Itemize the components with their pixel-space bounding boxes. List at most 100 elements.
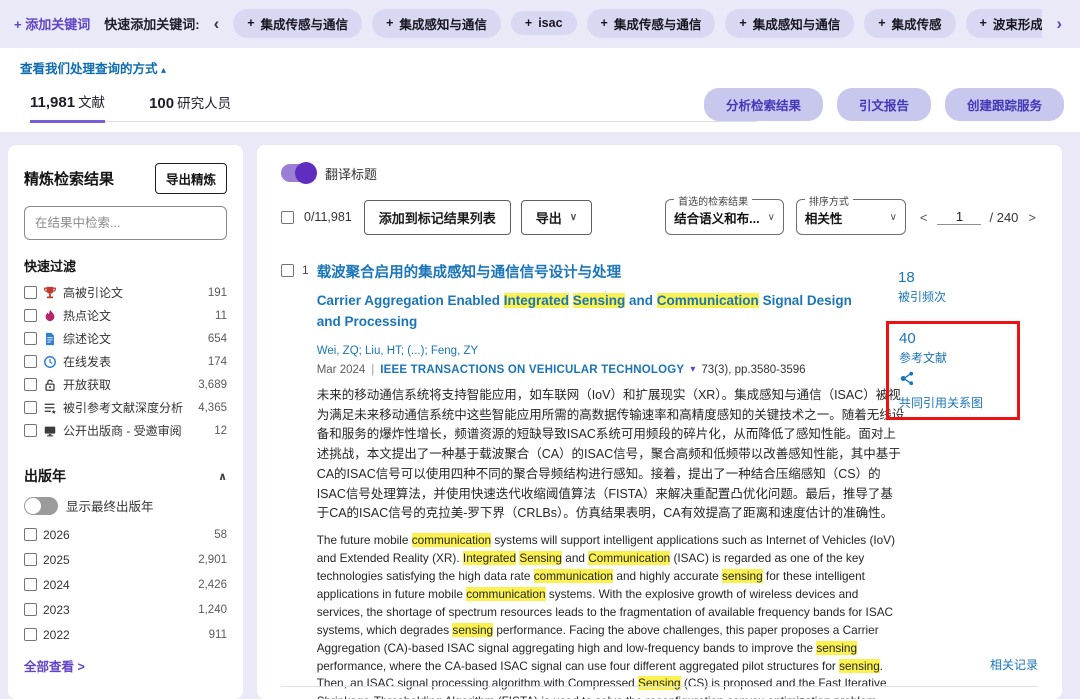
caret-down-icon: ∨ [890,212,897,223]
select-all-checkbox[interactable] [281,211,294,224]
preferred-results-select[interactable]: 首选的检索结果 结合语义和布... ∨ [665,199,784,235]
citation-count-label: 被引频次 [898,288,1038,305]
article-authors[interactable]: Wei, ZQ; Liu, HT; (...); Feng, ZY [317,345,905,357]
translate-title-row: 翻译标题 [281,161,1038,185]
quick-add-label: 快速添加关键词: [104,14,199,33]
keyword-chip[interactable]: +集成传感与通信 [587,9,716,38]
filter-hot-papers[interactable]: 热点论文 11 [24,306,227,325]
pagination: < / 240 > [918,209,1038,225]
checkbox[interactable] [24,286,37,299]
article-title-en[interactable]: Carrier Aggregation Enabled Integrated S… [317,291,877,333]
citation-report-button[interactable]: 引文报告 [837,88,931,121]
article-date: Mar 2024 [317,364,366,376]
see-all-link[interactable]: 全部查看 > [24,656,227,675]
abstract-en: The future mobile communication systems … [317,532,905,699]
plus-icon: + [601,16,608,30]
related-records-link[interactable]: 相关记录 [990,656,1038,673]
checkbox[interactable] [24,355,37,368]
refine-sidebar: 精炼检索结果 导出精炼 快速过滤 高被引论文 191 热点论文 11 综述论文 [8,145,243,699]
export-button[interactable]: 导出 ∨ [521,200,592,235]
checkbox[interactable] [24,628,37,641]
flame-icon [43,309,57,323]
checkbox[interactable] [24,309,37,322]
add-to-marked-button[interactable]: 添加到标记结果列表 [364,200,511,235]
citation-network-icon[interactable] [899,370,1009,392]
chip-label: 波束形成设计 [993,14,1042,33]
chip-label: isac [538,16,562,30]
checkbox[interactable] [24,528,37,541]
caret-down-icon[interactable]: ▾ [690,364,695,375]
keyword-chip[interactable]: + isac [511,11,577,35]
keyword-chip[interactable]: +集成传感 [864,9,955,38]
checkbox[interactable] [24,424,37,437]
reference-count-label: 参考文献 [899,349,1009,366]
tab-researchers[interactable]: 100 研究人员 [149,82,231,121]
add-keyword-link[interactable]: + 添加关键词 [14,14,90,33]
plus-icon: + [980,16,987,30]
checkbox[interactable] [24,553,37,566]
keyword-chip-list: +集成传感与通信 +集成感知与通信 +isac +集成传感与通信 +集成感知与通… [233,9,1042,38]
chip-label: 集成传感 [892,14,942,33]
final-pub-year-toggle[interactable] [24,497,58,515]
article-title-zh[interactable]: 载波聚合启用的集成感知与通信信号设计与处理 [317,261,905,282]
chevron-left-icon[interactable]: ‹ [210,15,224,32]
prev-page-icon[interactable]: < [918,210,930,225]
refine-title: 精炼检索结果 [24,168,114,189]
publisher-icon [43,424,57,438]
query-explain-link[interactable]: 查看我们处理查询的方式 ▴ [20,58,166,77]
checkbox[interactable] [24,603,37,616]
analyze-results-button[interactable]: 分析检索结果 [704,88,823,121]
plus-icon: + [247,16,254,30]
caret-down-icon: ∨ [768,212,775,223]
search-within-input[interactable] [24,206,227,240]
article-index: 1 [302,263,309,699]
journal-link[interactable]: IEEE TRANSACTIONS ON VEHICULAR TECHNOLOG… [380,364,684,376]
year-row[interactable]: 202658 [24,525,227,544]
checkbox[interactable] [24,578,37,591]
trophy-icon [43,286,57,300]
year-row[interactable]: 2022911 [24,625,227,644]
article-record: 1 载波聚合启用的集成感知与通信信号设计与处理 Carrier Aggregat… [281,261,1038,699]
filter-citation-depth[interactable]: 被引参考文献深度分析 4,365 [24,398,227,417]
reference-count[interactable]: 40 [899,330,1009,347]
chip-label: 集成感知与通信 [399,14,487,33]
filter-open-access[interactable]: 开放获取 3,689 [24,375,227,394]
keyword-chip[interactable]: +集成感知与通信 [725,9,854,38]
keyword-chip[interactable]: +集成感知与通信 [372,9,501,38]
filter-early-access[interactable]: 在线发表 174 [24,352,227,371]
checkbox[interactable] [24,401,37,414]
sort-select[interactable]: 排序方式 相关性 ∨ [796,199,906,235]
create-alert-button[interactable]: 创建跟踪服务 [945,88,1064,121]
results-header: 查看我们处理查询的方式 ▴ 11,981 文献 100 研究人员 分析检索结果 … [0,48,1080,132]
translate-title-toggle[interactable] [281,164,315,182]
header-actions: 分析检索结果 引文报告 创建跟踪服务 [704,88,1064,121]
chip-label: 集成传感与通信 [261,14,349,33]
export-refine-button[interactable]: 导出精炼 [155,163,227,194]
year-row[interactable]: 20242,426 [24,575,227,594]
keyword-bar: + 添加关键词 快速添加关键词: ‹ +集成传感与通信 +集成感知与通信 +is… [0,0,1080,46]
chevron-right-icon[interactable]: › [1052,15,1066,32]
keyword-chip[interactable]: + 集成传感与通信 [233,9,362,38]
filter-review-articles[interactable]: 综述论文 654 [24,329,227,348]
chip-label: 集成感知与通信 [753,14,841,33]
next-page-icon[interactable]: > [1026,210,1038,225]
collapse-icon[interactable]: ∧ [218,470,227,483]
cocitation-map-link[interactable]: 共同引用关系图 [899,394,1009,411]
plus-icon: + [525,16,532,30]
year-row[interactable]: 20231,240 [24,600,227,619]
filter-highly-cited[interactable]: 高被引论文 191 [24,283,227,302]
year-row[interactable]: 20252,901 [24,550,227,569]
page-total: / 240 [989,210,1018,225]
pub-year-header[interactable]: 出版年 ∧ [24,466,227,486]
checkbox[interactable] [24,378,37,391]
article-checkbox[interactable] [281,264,294,277]
keyword-chip[interactable]: + 波束形成设计 [966,9,1043,38]
article-source-line: Mar 2024 | IEEE TRANSACTIONS ON VEHICULA… [317,364,905,376]
pub-year-list: 202658 20252,901 20242,426 20231,240 202… [24,525,227,644]
page-number-input[interactable] [937,209,981,225]
filter-open-publisher[interactable]: 公开出版商 - 受邀审阅 12 [24,421,227,440]
tab-documents[interactable]: 11,981 文献 [30,82,105,123]
citation-lines-icon [43,401,57,415]
checkbox[interactable] [24,332,37,345]
citation-count[interactable]: 18 [898,269,1038,286]
